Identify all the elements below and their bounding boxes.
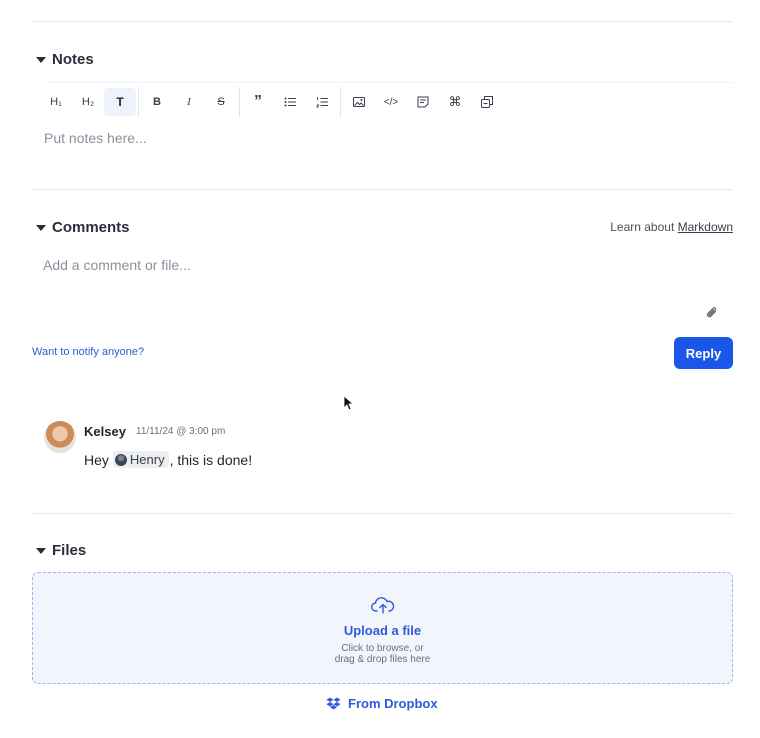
comment-text-end: , this is done! [169, 451, 253, 468]
embed-icon [417, 96, 429, 108]
markdown-help: Learn about Markdown [610, 220, 733, 234]
file-dropzone[interactable]: Upload a file Click to browse, or drag &… [32, 572, 733, 684]
notes-title: Notes [52, 51, 94, 68]
learn-about-text: Learn about [610, 220, 675, 234]
caret-down-icon [36, 547, 46, 554]
reply-button[interactable]: Reply [674, 337, 733, 369]
notes-section-toggle[interactable]: Notes [36, 51, 94, 68]
notes-editor[interactable]: Put notes here... [44, 130, 147, 146]
heading1-icon: H₁ [50, 96, 62, 108]
italic-icon: I [187, 96, 191, 108]
comment-text: Hey Henry , this is done! [84, 451, 252, 468]
comments-title: Comments [52, 219, 130, 236]
heading2-button[interactable]: H₂ [72, 88, 104, 116]
comment-author: Kelsey [84, 424, 126, 439]
markdown-link[interactable]: Markdown [678, 220, 733, 234]
text-button[interactable]: T [104, 88, 136, 116]
caret-down-icon [36, 56, 46, 63]
bullet-list-button[interactable] [274, 88, 306, 116]
command-button[interactable]: ⌘ [439, 88, 471, 116]
numbered-list-icon [316, 97, 328, 108]
toolbar-separator [138, 87, 139, 117]
files-title: Files [52, 542, 87, 559]
copy-button[interactable] [471, 88, 503, 116]
numbered-list-button[interactable] [306, 88, 338, 116]
caret-down-icon [36, 224, 46, 231]
dropbox-button[interactable]: From Dropbox [326, 696, 438, 711]
upload-title: Upload a file [343, 623, 422, 638]
upload-instructions-line1: Click to browse, or [341, 643, 424, 654]
bold-button[interactable]: B [141, 88, 173, 116]
strikethrough-icon: S [217, 96, 225, 108]
image-button[interactable] [343, 88, 375, 116]
upload-instructions-line2: drag & drop files here [334, 654, 431, 665]
toolbar-separator [239, 87, 240, 117]
mention-avatar [114, 453, 127, 466]
strikethrough-button[interactable]: S [205, 88, 237, 116]
notify-link[interactable]: Want to notify anyone? [32, 346, 144, 358]
cloud-upload-icon [371, 597, 395, 614]
files-section-toggle[interactable]: Files [36, 542, 86, 559]
quote-button[interactable]: ” [242, 88, 274, 116]
dropbox-label: From Dropbox [348, 696, 438, 711]
user-mention[interactable]: Henry [112, 451, 169, 468]
command-icon: ⌘ [448, 94, 462, 109]
quote-icon: ” [254, 93, 262, 110]
notes-divider [32, 189, 733, 190]
italic-button[interactable]: I [173, 88, 205, 116]
dropbox-icon [326, 697, 341, 710]
mention-name: Henry [129, 452, 165, 467]
toolbar-separator [340, 87, 341, 117]
copy-icon [481, 96, 493, 108]
toolbar-divider [48, 82, 733, 83]
code-button[interactable]: </> [375, 88, 407, 116]
code-icon: </> [383, 96, 399, 108]
comments-section-toggle[interactable]: Comments [36, 219, 130, 236]
mouse-cursor-icon [343, 395, 355, 416]
embed-button[interactable] [407, 88, 439, 116]
avatar [44, 421, 76, 453]
comment-text-start: Hey [84, 451, 109, 468]
bullet-list-icon [284, 97, 296, 107]
attach-file-button[interactable] [705, 306, 719, 320]
text-icon: T [116, 95, 124, 109]
top-divider [32, 21, 733, 22]
comment-input[interactable]: Add a comment or file... [43, 257, 191, 273]
paperclip-icon [706, 307, 717, 318]
comments-divider [32, 513, 733, 514]
image-icon [353, 97, 365, 107]
notes-toolbar: H₁ H₂ T B I S ” </> ⌘ [40, 87, 503, 117]
upload-instructions: Click to browse, or drag & drop files he… [33, 643, 732, 665]
bold-icon: B [153, 96, 161, 108]
heading2-icon: H₂ [81, 96, 95, 108]
comment-timestamp: 11/11/24 @ 3:00 pm [136, 426, 226, 437]
heading1-button[interactable]: H₁ [40, 88, 72, 116]
